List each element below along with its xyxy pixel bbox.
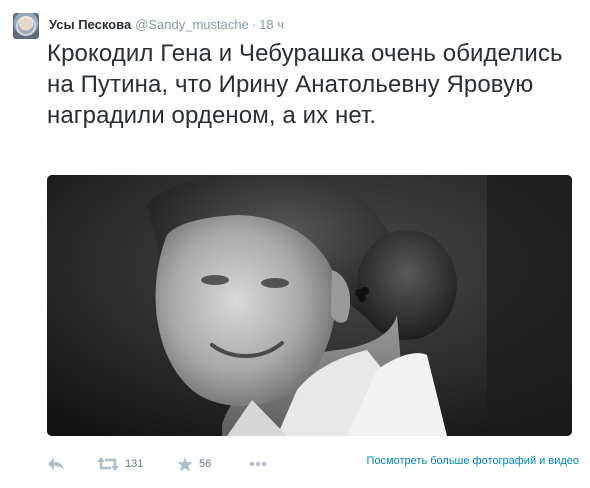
timestamp[interactable]: 18 ч <box>259 17 284 32</box>
favorite-button[interactable]: 56 <box>177 452 211 476</box>
more-icon <box>249 461 267 467</box>
star-icon <box>177 456 193 472</box>
photo-image <box>47 175 572 436</box>
retweet-icon <box>97 457 119 471</box>
retweet-button[interactable]: 131 <box>97 452 143 476</box>
tweet-photo[interactable] <box>47 175 572 436</box>
reply-icon <box>48 458 64 470</box>
favorite-count: 56 <box>199 458 212 470</box>
reply-button[interactable] <box>47 452 65 476</box>
view-more-media-link[interactable]: Посмотреть больше фотографий и видео <box>367 455 579 467</box>
separator-dot: · <box>251 17 257 32</box>
user-fullname[interactable]: Усы Пескова <box>49 17 131 32</box>
retweet-count: 131 <box>125 458 144 470</box>
more-button[interactable] <box>249 452 267 476</box>
tweet-header: Усы Пескова @Sandy_mustache · 18 ч <box>49 16 284 34</box>
tweet: Усы Пескова @Sandy_mustache · 18 ч Крокодил… <box>0 0 590 488</box>
tweet-text: Крокодил Гена и Чебурашка очень обиделис… <box>47 40 563 129</box>
user-handle[interactable]: @Sandy_mustache <box>135 17 249 32</box>
tweet-actions: 131 56 Посмотреть больше фотографий и ви… <box>47 452 579 476</box>
avatar[interactable] <box>13 13 39 39</box>
